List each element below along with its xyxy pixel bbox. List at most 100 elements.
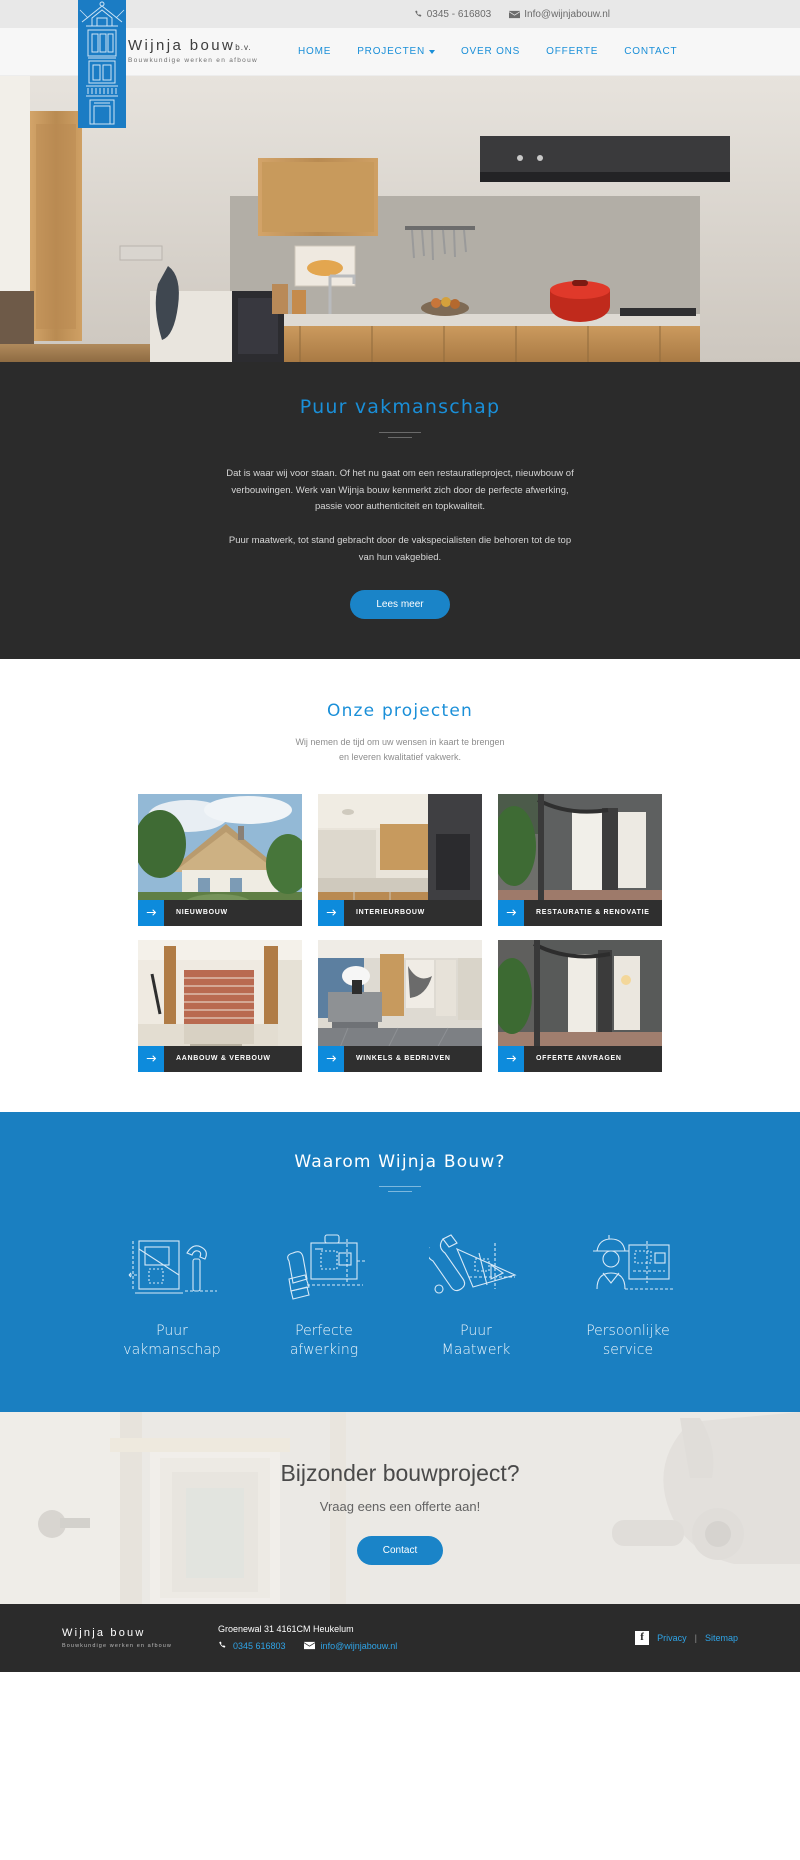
intro-section: Puur vakmanschap Dat is waar wij voor st… [0,362,800,660]
cta-subline: Vraag eens een offerte aan! [319,1498,481,1514]
project-card-interieurbouw[interactable]: INTERIEURBOUW [318,793,482,926]
heading-rule [379,1185,421,1187]
projects-subline: Wij nemen de tijd om uw wensen in kaart … [0,735,800,766]
nav-item-projecten[interactable]: PROJECTEN [357,46,435,57]
footer-brand-tagline: Bouwkundige werken en afbouw [62,1642,172,1649]
blueprint-worker-icon [564,1226,692,1308]
feature-label-line2: service [602,1341,654,1358]
contact-button[interactable]: Contact [356,1535,444,1565]
project-card-label: INTERIEURBOUW [356,909,425,917]
projects-section: Onze projecten Wij nemen de tijd om uw w… [0,659,800,1112]
why-section: Waarom Wijnja Bouw? Puur vakmanschap Per… [0,1111,800,1412]
project-card-bar: AANBOUW & VERBOUW [138,1045,302,1072]
nav-label: CONTACT [624,46,678,57]
nav-item-home[interactable]: HOME [298,46,331,57]
nav-label: PROJECTEN [357,46,425,57]
blueprint-hammer-icon [108,1226,236,1308]
envelope-icon [509,10,521,19]
project-card-bar: NIEUWBOUW [138,899,302,926]
feature-persoonlijke-service: Persoonlijke service [564,1226,692,1360]
footer-sitemap-link[interactable]: Sitemap [705,1633,738,1643]
chevron-down-icon [428,49,435,54]
blueprint-paintbrush-icon [260,1226,388,1308]
feature-label-line2: afwerking [289,1341,359,1358]
intro-paragraph-2: Puur maatwerk, tot stand gebracht door d… [228,534,572,563]
arrow-right-icon [138,899,164,926]
feature-puur-vakmanschap: Puur vakmanschap [108,1226,236,1360]
arrow-right-icon [318,899,344,926]
phone-icon [414,10,423,19]
footer-address: Groenewal 31 4161CM Heukelum [218,1623,354,1634]
arrow-right-icon [498,899,524,926]
topbar-email[interactable]: Info@wijnjabouw.nl [509,9,610,20]
heading-rule [379,432,421,433]
feature-puur-maatwerk: Puur Maatwerk [412,1226,540,1360]
feature-label-line1: Perfecte [295,1322,353,1339]
feature-label-line2: vakmanschap [123,1341,221,1358]
features-row: Puur vakmanschap Perfecte afwerking Puur… [0,1226,800,1360]
feature-label-line1: Puur [156,1322,188,1339]
nav-item-offerte[interactable]: OFFERTE [546,46,598,57]
blueprint-wrench-ruler-icon [412,1226,540,1308]
heading-rule-short [388,437,412,438]
feature-label-line2: Maatwerk [441,1341,511,1358]
feature-label: Perfecte afwerking [260,1322,388,1360]
topbar-email-text[interactable]: Info@wijnjabouw.nl [524,9,610,20]
footer-link-separator: | [694,1632,697,1643]
cta-section: Bijzonder bouwproject? Vraag eens een of… [0,1411,800,1604]
arrow-right-icon [318,1045,344,1072]
footer-links: f Privacy | Sitemap [635,1630,738,1645]
footer-phone[interactable]: 0345 616803 [233,1641,286,1651]
intro-paragraph-1: Dat is waar wij voor staan. Of het nu ga… [226,468,574,513]
projects-heading: Onze projecten [327,701,473,722]
feature-label-line1: Persoonlijke [586,1322,670,1339]
intro-heading: Puur vakmanschap [299,396,501,418]
footer-email[interactable]: info@wijnjabouw.nl [321,1641,398,1651]
cta-content: Bijzonder bouwproject? Vraag eens een of… [0,1412,800,1565]
feature-label-line1: Puur [460,1322,492,1339]
project-card-label: NIEUWBOUW [176,909,228,917]
project-card-restauratie-renovatie[interactable]: RESTAURATIE & RENOVATIE [498,793,662,926]
project-card-label: WINKELS & BEDRIJVEN [356,1055,451,1063]
nav-item-contact[interactable]: CONTACT [624,46,677,57]
site-footer: Wijnja bouw Bouwkundige werken en afbouw… [0,1603,800,1672]
envelope-icon [303,1641,315,1652]
project-card-bar: RESTAURATIE & RENOVATIE [498,899,662,926]
brand-tagline: Bouwkundige werken en afbouw [128,57,258,65]
main-nav: HOME PROJECTEN OVER ONS OFFERTE CONTACT [298,46,677,57]
why-heading: Waarom Wijnja Bouw? [294,1151,506,1172]
feature-perfecte-afwerking: Perfecte afwerking [260,1226,388,1360]
project-card-offerte-anvragen[interactable]: OFFERTE ANVRAGEN [498,939,662,1072]
footer-brand[interactable]: Wijnja bouw Bouwkundige werken en afbouw [62,1627,212,1649]
arrow-right-icon [138,1045,164,1072]
footer-contact-row: 0345 616803 info@wijnjabouw.nl [218,1641,635,1652]
project-card-bar: OFFERTE ANVRAGEN [498,1045,662,1072]
brand-name-text: Wijnja bouw [128,37,236,55]
project-card-bar: WINKELS & BEDRIJVEN [318,1045,482,1072]
phone-icon [218,1641,227,1652]
footer-brand-name: Wijnja bouw [62,1626,146,1639]
project-card-nieuwbouw[interactable]: NIEUWBOUW [138,793,302,926]
feature-label: Puur vakmanschap [108,1322,236,1360]
topbar-phone[interactable]: 0345 - 616803 [414,9,491,20]
projects-grid: NIEUWBOUW INTERIEURBOUW RESTAURATIE & RE… [138,793,662,1072]
lees-meer-button[interactable]: Lees meer [350,590,450,620]
facebook-icon[interactable]: f [635,1630,650,1645]
feature-label: Puur Maatwerk [412,1322,540,1360]
arrow-right-icon [498,1045,524,1072]
heading-rule-short [388,1190,412,1192]
project-card-winkels-bedrijven[interactable]: WINKELS & BEDRIJVEN [318,939,482,1072]
nav-label: OFFERTE [546,46,599,57]
nav-item-over-ons[interactable]: OVER ONS [461,46,520,57]
nav-label: OVER ONS [460,46,521,57]
projects-subline-2: en leveren kwalitatief vakwerk. [338,752,462,763]
project-card-label: RESTAURATIE & RENOVATIE [536,909,650,917]
projects-subline-1: Wij nemen de tijd om uw wensen in kaart … [295,737,505,748]
brand-block[interactable]: Wijnja bouwb.v. Bouwkundige werken en af… [128,38,258,65]
cta-heading: Bijzonder bouwproject? [280,1459,520,1486]
wijnja-building-logo[interactable] [78,0,126,128]
project-card-aanbouw-verbouw[interactable]: AANBOUW & VERBOUW [138,939,302,1072]
project-card-bar: INTERIEURBOUW [318,899,482,926]
feature-label: Persoonlijke service [564,1322,692,1360]
footer-privacy-link[interactable]: Privacy [657,1633,687,1643]
